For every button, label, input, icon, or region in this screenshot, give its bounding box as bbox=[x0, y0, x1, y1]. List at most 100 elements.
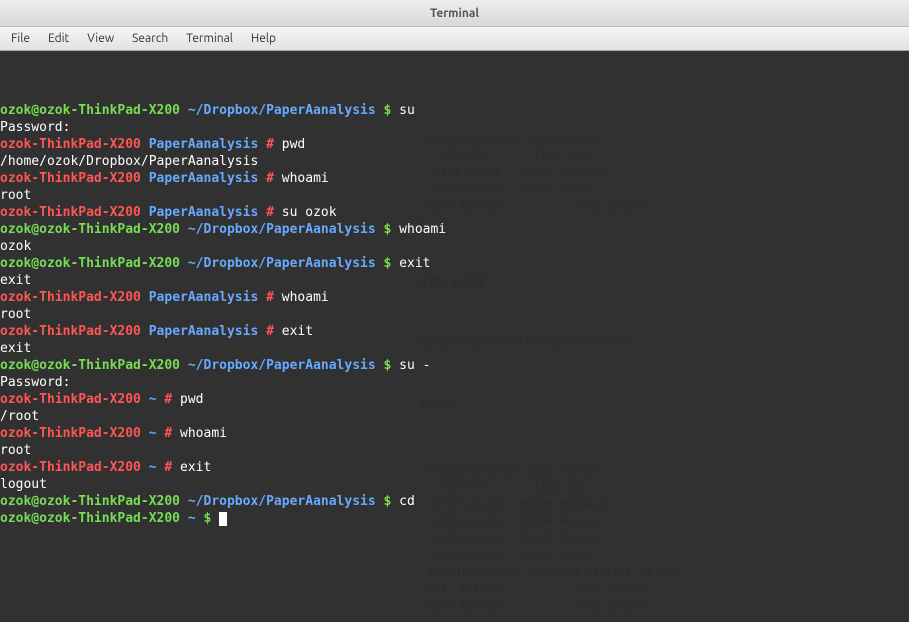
menu-edit[interactable]: Edit bbox=[39, 29, 78, 48]
prompt-host: ozok-ThinkPad-X200 bbox=[0, 137, 141, 152]
terminal-line: exit bbox=[0, 272, 909, 289]
prompt-symbol: $ bbox=[384, 103, 392, 118]
terminal-output-text: root bbox=[0, 188, 31, 203]
prompt-path: PaperAanalysis bbox=[149, 290, 259, 305]
menu-terminal[interactable]: Terminal bbox=[177, 29, 242, 48]
prompt-symbol: $ bbox=[384, 494, 392, 509]
terminal-output-text: logout bbox=[0, 477, 47, 492]
prompt-symbol: $ bbox=[384, 358, 392, 373]
prompt-symbol: # bbox=[266, 137, 274, 152]
terminal-line: ozok-ThinkPad-X200 ~ # exit bbox=[0, 459, 909, 476]
terminal-line: /root bbox=[0, 408, 909, 425]
prompt-host: ozok-ThinkPad-X200 bbox=[0, 392, 141, 407]
command-text: exit bbox=[180, 460, 211, 475]
command-text: whoami bbox=[282, 171, 329, 186]
terminal-line: exit bbox=[0, 340, 909, 357]
terminal-viewport[interactable]: [saydin@narice saydın]$ ps PID TTY TIME … bbox=[0, 51, 909, 622]
prompt-host: ozok@ozok-ThinkPad-X200 bbox=[0, 494, 180, 509]
terminal-output-text: /root bbox=[0, 409, 39, 424]
command-text: exit bbox=[399, 256, 430, 271]
terminal-output-text: root bbox=[0, 307, 31, 322]
prompt-path: ~ bbox=[149, 460, 157, 475]
prompt-path: ~/Dropbox/PaperAanalysis bbox=[188, 358, 376, 373]
prompt-path: ~/Dropbox/PaperAanalysis bbox=[188, 103, 376, 118]
prompt-path: ~ bbox=[149, 426, 157, 441]
prompt-symbol: # bbox=[164, 460, 172, 475]
prompt-symbol: # bbox=[266, 290, 274, 305]
prompt-host: ozok@ozok-ThinkPad-X200 bbox=[0, 222, 180, 237]
prompt-symbol: # bbox=[266, 171, 274, 186]
terminal-line: Password: bbox=[0, 374, 909, 391]
prompt-symbol: $ bbox=[384, 222, 392, 237]
command-text: su ozok bbox=[282, 205, 337, 220]
terminal-line: ozok-ThinkPad-X200 PaperAanalysis # exit bbox=[0, 323, 909, 340]
command-text: pwd bbox=[282, 137, 305, 152]
terminal-line: Password: bbox=[0, 119, 909, 136]
menu-help[interactable]: Help bbox=[242, 29, 285, 48]
prompt-path: PaperAanalysis bbox=[149, 205, 259, 220]
terminal-line: logout bbox=[0, 476, 909, 493]
terminal-line: ozok-ThinkPad-X200 PaperAanalysis # su o… bbox=[0, 204, 909, 221]
terminal-output-text: exit bbox=[0, 341, 31, 356]
terminal-output-text: root bbox=[0, 443, 31, 458]
prompt-symbol: # bbox=[266, 324, 274, 339]
prompt-host: ozok-ThinkPad-X200 bbox=[0, 205, 141, 220]
terminal-line: ozok-ThinkPad-X200 PaperAanalysis # pwd bbox=[0, 136, 909, 153]
terminal-line: ozok-ThinkPad-X200 PaperAanalysis # whoa… bbox=[0, 170, 909, 187]
command-text: pwd bbox=[180, 392, 203, 407]
terminal-line: root bbox=[0, 187, 909, 204]
terminal-output-text: Password: bbox=[0, 375, 70, 390]
prompt-path: ~ bbox=[149, 392, 157, 407]
command-text: su - bbox=[399, 358, 430, 373]
terminal-line: ozok@ozok-ThinkPad-X200 ~ $ bbox=[0, 510, 909, 527]
prompt-path: PaperAanalysis bbox=[149, 137, 259, 152]
prompt-path: ~/Dropbox/PaperAanalysis bbox=[188, 494, 376, 509]
menu-view[interactable]: View bbox=[78, 29, 123, 48]
prompt-host: ozok-ThinkPad-X200 bbox=[0, 171, 141, 186]
menubar: File Edit View Search Terminal Help bbox=[0, 27, 909, 51]
prompt-path: ~/Dropbox/PaperAanalysis bbox=[188, 256, 376, 271]
window-title: Terminal bbox=[430, 7, 479, 20]
terminal-line: /home/ozok/Dropbox/PaperAanalysis bbox=[0, 153, 909, 170]
terminal-output-text: Password: bbox=[0, 120, 70, 135]
terminal-line: ozok@ozok-ThinkPad-X200 ~/Dropbox/PaperA… bbox=[0, 357, 909, 374]
prompt-host: ozok@ozok-ThinkPad-X200 bbox=[0, 358, 180, 373]
cursor bbox=[219, 512, 227, 526]
terminal-line: ozok-ThinkPad-X200 ~ # whoami bbox=[0, 425, 909, 442]
terminal-line: ozok-ThinkPad-X200 ~ # pwd bbox=[0, 391, 909, 408]
terminal-line: root bbox=[0, 442, 909, 459]
command-text: whoami bbox=[180, 426, 227, 441]
window-titlebar: Terminal bbox=[0, 0, 909, 27]
terminal-output: ozok@ozok-ThinkPad-X200 ~/Dropbox/PaperA… bbox=[0, 102, 909, 527]
prompt-path: PaperAanalysis bbox=[149, 324, 259, 339]
prompt-host: ozok-ThinkPad-X200 bbox=[0, 426, 141, 441]
prompt-host: ozok-ThinkPad-X200 bbox=[0, 460, 141, 475]
prompt-host: ozok-ThinkPad-X200 bbox=[0, 290, 141, 305]
terminal-output-text: ozok bbox=[0, 239, 31, 254]
terminal-line: ozok@ozok-ThinkPad-X200 ~/Dropbox/PaperA… bbox=[0, 102, 909, 119]
prompt-symbol: # bbox=[164, 426, 172, 441]
terminal-line: root bbox=[0, 306, 909, 323]
command-text: whoami bbox=[399, 222, 446, 237]
command-text: exit bbox=[282, 324, 313, 339]
prompt-host: ozok@ozok-ThinkPad-X200 bbox=[0, 103, 180, 118]
command-text: cd bbox=[399, 494, 415, 509]
prompt-symbol: # bbox=[266, 205, 274, 220]
prompt-symbol: # bbox=[164, 392, 172, 407]
terminal-line: ozok@ozok-ThinkPad-X200 ~/Dropbox/PaperA… bbox=[0, 493, 909, 510]
terminal-line: ozok@ozok-ThinkPad-X200 ~/Dropbox/PaperA… bbox=[0, 221, 909, 238]
prompt-host: ozok@ozok-ThinkPad-X200 bbox=[0, 256, 180, 271]
prompt-symbol: $ bbox=[384, 256, 392, 271]
command-text: su bbox=[399, 103, 415, 118]
menu-file[interactable]: File bbox=[2, 29, 39, 48]
prompt-path: PaperAanalysis bbox=[149, 171, 259, 186]
prompt-symbol: $ bbox=[204, 511, 212, 526]
terminal-line: ozok@ozok-ThinkPad-X200 ~/Dropbox/PaperA… bbox=[0, 255, 909, 272]
menu-search[interactable]: Search bbox=[123, 29, 177, 48]
terminal-line: ozok bbox=[0, 238, 909, 255]
terminal-output-text: /home/ozok/Dropbox/PaperAanalysis bbox=[0, 154, 258, 169]
prompt-host: ozok-ThinkPad-X200 bbox=[0, 324, 141, 339]
prompt-path: ~/Dropbox/PaperAanalysis bbox=[188, 222, 376, 237]
command-text: whoami bbox=[282, 290, 329, 305]
terminal-line: ozok-ThinkPad-X200 PaperAanalysis # whoa… bbox=[0, 289, 909, 306]
